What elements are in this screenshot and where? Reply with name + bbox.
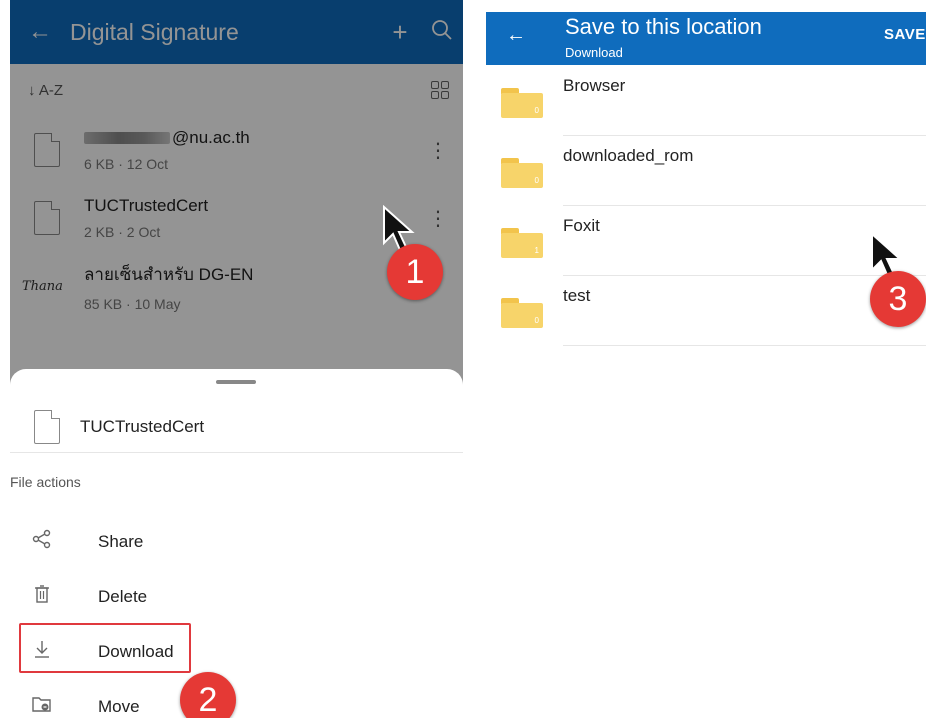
download-highlight-box [19, 623, 191, 673]
file-actions-sheet: TUCTrustedCert File actions Share Delete… [10, 369, 463, 718]
save-location-app-bar: ← Save to this location Download SAVE [486, 12, 926, 65]
share-action[interactable]: Share [10, 522, 463, 562]
sheet-header: TUCTrustedCert [10, 401, 463, 453]
current-folder-label: Download [565, 45, 623, 60]
folder-count: 1 [534, 246, 539, 255]
file-icon [34, 409, 60, 444]
save-button[interactable]: SAVE [884, 26, 926, 43]
step-3-badge: 3 [870, 271, 926, 327]
sheet-file-name: TUCTrustedCert [80, 416, 205, 436]
folder-icon: 1 [501, 228, 543, 258]
folder-count: 0 [534, 176, 539, 185]
step-1-badge: 1 [387, 244, 443, 300]
left-screenshot-panel: ← Digital Signature + ↓ A-Z @nu.ac.th 6 … [10, 0, 463, 718]
drag-handle[interactable] [216, 380, 256, 384]
action-label: Move [98, 697, 140, 716]
folder-icon: 0 [501, 88, 543, 118]
move-folder-icon [26, 694, 58, 718]
action-label: Share [98, 532, 144, 551]
folder-row[interactable]: 0 test [486, 276, 926, 346]
back-arrow-icon[interactable]: ← [506, 24, 526, 47]
folder-icon: 0 [501, 158, 543, 188]
trash-icon [26, 584, 58, 610]
delete-action[interactable]: Delete [10, 577, 463, 617]
folder-count: 0 [534, 316, 539, 325]
right-screenshot-panel: ← Save to this location Download SAVE 0 … [486, 0, 926, 718]
folder-name: Browser [563, 76, 626, 95]
action-label: Delete [98, 587, 148, 606]
divider [563, 345, 926, 346]
folder-count: 0 [534, 106, 539, 115]
folder-icon: 0 [501, 298, 543, 328]
folder-row[interactable]: 1 Foxit [486, 206, 926, 276]
section-label: File actions [10, 474, 81, 490]
page-title: Save to this location [565, 14, 762, 39]
folder-name: downloaded_rom [563, 146, 694, 165]
folder-name: Foxit [563, 216, 600, 235]
folder-row[interactable]: 0 downloaded_rom [486, 136, 926, 206]
move-action[interactable]: Move [10, 687, 463, 718]
folder-name: test [563, 286, 591, 305]
folder-row[interactable]: 0 Browser [486, 66, 926, 136]
share-icon [26, 529, 58, 555]
